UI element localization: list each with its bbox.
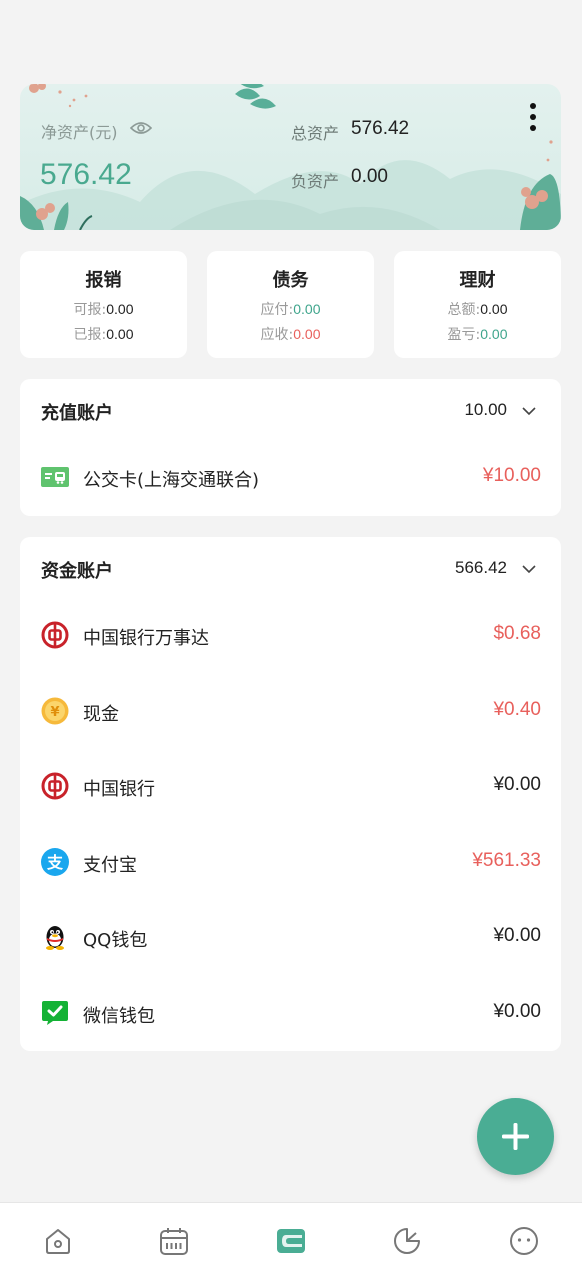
account-row-boc[interactable]: 中国银行 ¥0.00 [20, 750, 561, 826]
account-row-bus-card[interactable]: 公交卡(上海交通联合) ¥10.00 [20, 441, 561, 517]
plus-icon [502, 1123, 529, 1150]
bottom-navigation [0, 1202, 582, 1280]
reimburse-card[interactable]: 报销 可报:0.00 已报:0.00 [20, 251, 187, 358]
liabilities-value: 0.00 [351, 166, 388, 187]
total-assets-value: 576.42 [351, 118, 410, 139]
cash-coin-icon: ¥ [41, 697, 69, 724]
account-row-boc-mastercard[interactable]: 中国银行万事达 $0.68 [20, 599, 561, 675]
reimburse-title: 报销 [85, 270, 122, 291]
mountain-leaf-decoration [20, 84, 561, 230]
bus-card-icon [41, 467, 69, 487]
debt-title: 债务 [272, 270, 309, 291]
reimburse-available-row: 可报:0.00 [20, 300, 187, 319]
profile-icon[interactable] [508, 1225, 540, 1257]
account-amount: ¥0.00 [493, 1000, 541, 1022]
account-row-alipay[interactable]: 支 支付宝 ¥561.33 [20, 826, 561, 902]
liabilities-label: 负资产 [291, 172, 340, 191]
receivable-value: 0.00 [293, 326, 321, 342]
net-assets-value: 576.42 [40, 158, 132, 191]
payable-row: 应付:0.00 [207, 300, 374, 319]
account-amount: ¥0.40 [493, 698, 541, 720]
chevron-down-icon[interactable] [521, 561, 537, 577]
finance-profit-value: 0.00 [480, 326, 508, 342]
receivable-row: 应收:0.00 [207, 325, 374, 344]
pie-chart-icon[interactable] [391, 1225, 423, 1257]
finance-card[interactable]: 理财 总额:0.00 盈亏:0.00 [394, 251, 561, 358]
finance-profit-row: 盈亏:0.00 [394, 325, 561, 344]
svg-text:¥: ¥ [50, 705, 59, 720]
fund-section-title: 资金账户 [41, 561, 113, 582]
reimburse-done-row: 已报:0.00 [20, 325, 187, 344]
finance-total-label: 总额: [447, 302, 481, 318]
reimburse-available-value: 0.00 [106, 301, 134, 317]
recharge-section-total: 10.00 [464, 400, 507, 419]
recharge-section-header[interactable]: 充值账户 10.00 [20, 379, 561, 441]
recharge-accounts-section: 充值账户 10.00 公交卡(上海交通联合) ¥10.00 [20, 379, 561, 516]
account-row-qq-wallet[interactable]: QQ钱包 ¥0.00 [20, 901, 561, 977]
assets-overview-card: 净资产(元) 576.42 总资产 576.42 负资产 0.00 [20, 84, 561, 230]
payable-label: 应付: [260, 302, 294, 318]
reimburse-done-value: 0.00 [106, 326, 134, 342]
account-amount: $0.68 [493, 623, 541, 644]
account-row-wechat-wallet[interactable]: 微信钱包 ¥0.00 [20, 977, 561, 1053]
reimburse-done-label: 已报: [73, 327, 107, 343]
account-amount: ¥0.00 [493, 774, 541, 795]
account-name: 中国银行万事达 [83, 628, 209, 649]
account-amount: ¥561.33 [472, 849, 541, 871]
account-row-cash[interactable]: ¥ 现金 ¥0.40 [20, 675, 561, 751]
fund-section-header[interactable]: 资金账户 566.42 [20, 537, 561, 599]
fund-accounts-section: 资金账户 566.42 中国银行万事达 $0.68 ¥ 现金 ¥0.40 中国银… [20, 537, 561, 1051]
account-amount: ¥0.00 [493, 925, 541, 946]
account-name: 现金 [83, 703, 119, 725]
total-assets-label: 总资产 [291, 124, 340, 143]
receivable-label: 应收: [260, 327, 294, 343]
account-name: QQ钱包 [83, 930, 148, 951]
wechat-icon [42, 1000, 68, 1025]
net-assets-label: 净资产(元) [41, 123, 118, 142]
boc-icon [41, 621, 69, 649]
recharge-section-title: 充值账户 [41, 403, 113, 424]
finance-total-row: 总额:0.00 [394, 300, 561, 319]
more-menu-icon[interactable] [523, 100, 543, 138]
add-account-button[interactable] [477, 1098, 554, 1175]
account-amount: ¥10.00 [482, 465, 541, 486]
home-icon[interactable] [42, 1225, 74, 1257]
calendar-icon[interactable] [158, 1225, 190, 1257]
finance-title: 理财 [459, 270, 496, 291]
account-name: 微信钱包 [83, 1005, 155, 1027]
payable-value: 0.00 [293, 301, 321, 317]
finance-profit-label: 盈亏: [447, 327, 481, 343]
eye-icon[interactable] [130, 120, 152, 136]
chevron-down-icon[interactable] [521, 403, 537, 419]
boc-icon [41, 772, 69, 800]
debt-card[interactable]: 债务 应付:0.00 应收:0.00 [207, 251, 374, 358]
qq-icon [46, 926, 64, 950]
account-name: 支付宝 [83, 854, 137, 876]
alipay-icon: 支 [41, 847, 69, 876]
svg-text:支: 支 [46, 853, 64, 872]
account-name: 中国银行 [83, 779, 155, 800]
finance-total-value: 0.00 [480, 301, 508, 317]
fund-section-total: 566.42 [455, 558, 507, 577]
account-name: 公交卡(上海交通联合) [83, 470, 260, 491]
reimburse-available-label: 可报: [73, 302, 107, 318]
wallet-icon[interactable] [275, 1225, 307, 1257]
